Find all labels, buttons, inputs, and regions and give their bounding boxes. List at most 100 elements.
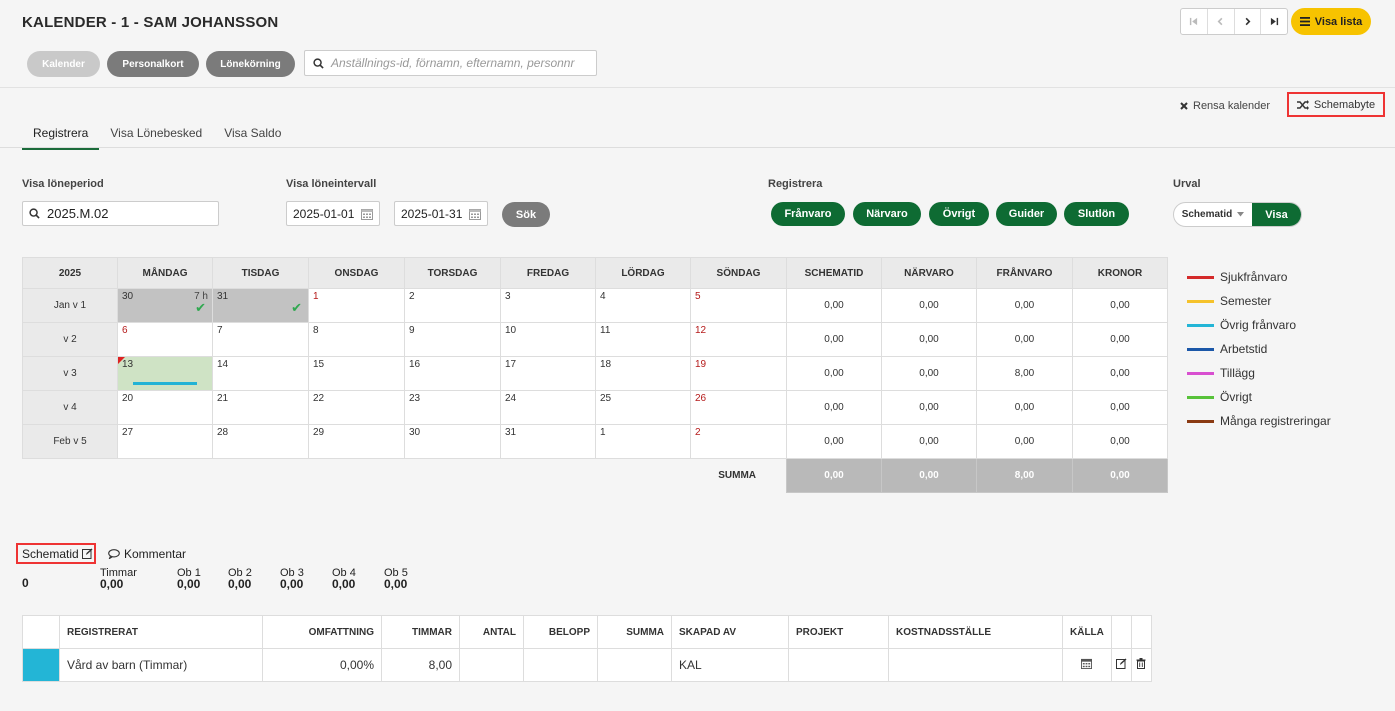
calendar-day-cell[interactable]: 20 [117, 390, 213, 425]
calendar-day-cell[interactable]: 11 [595, 322, 691, 357]
employee-search-input[interactable]: Anställnings-id, förnamn, efternamn, per… [304, 50, 597, 76]
urval-visa-button[interactable]: Visa [1252, 203, 1301, 226]
column-header[interactable]: SUMMA [597, 615, 672, 649]
narvaro-button[interactable]: Närvaro [853, 202, 921, 226]
rensa-kalender-button[interactable]: Rensa kalender [1180, 100, 1270, 112]
next-record-button[interactable] [1235, 9, 1262, 34]
calendar-day-cell[interactable]: 21 [212, 390, 309, 425]
kommentar-button[interactable]: Kommentar [108, 547, 186, 561]
date-from-value: 2025-01-01 [293, 206, 355, 221]
calendar-day-cell[interactable]: 13 [117, 356, 213, 391]
table-row[interactable]: Vård av barn (Timmar) 0,00% 8,00 KAL [22, 648, 1152, 682]
calendar-day-cell[interactable]: 2 [404, 288, 501, 323]
calendar-day-cell[interactable]: 10 [500, 322, 596, 357]
calendar-day-cell[interactable]: 24 [500, 390, 596, 425]
day-header: TISDAG [212, 257, 309, 289]
page-title: KALENDER - 1 - SAM JOHANSSON [22, 14, 279, 31]
week-kronor: 0,00 [1072, 356, 1168, 391]
search-icon [313, 57, 324, 69]
calendar-day-cell[interactable]: 18 [595, 356, 691, 391]
calendar-day-cell[interactable]: 19 [690, 356, 787, 391]
urval-select[interactable]: Schematid [1174, 203, 1252, 226]
calendar-day-cell[interactable]: 31 ✔ [212, 288, 309, 323]
checkmark-icon: ✔ [195, 300, 206, 315]
calendar-day-cell[interactable]: 16 [404, 356, 501, 391]
tab-visa-lonebesked[interactable]: Visa Lönebesked [99, 118, 213, 150]
calendar-day-cell[interactable]: 7 [212, 322, 309, 357]
registrerat-cell: Vård av barn (Timmar) [59, 648, 263, 682]
calendar-day-cell[interactable]: 5 [690, 288, 787, 323]
kalender-button[interactable]: Kalender [27, 51, 100, 77]
schemabyte-button[interactable]: Schemabyte [1287, 92, 1385, 117]
calendar-day-cell[interactable]: 27 [117, 424, 213, 459]
tab-visa-saldo[interactable]: Visa Saldo [213, 118, 292, 150]
search-icon [29, 208, 40, 219]
calendar-day-cell[interactable]: 9 [404, 322, 501, 357]
calendar-day-cell[interactable]: 22 [308, 390, 405, 425]
day-header: SÖNDAG [690, 257, 787, 289]
calendar-day-cell[interactable]: 6 [117, 322, 213, 357]
slutlon-button[interactable]: Slutlön [1064, 202, 1129, 226]
day-number: 21 [217, 393, 229, 404]
column-header[interactable]: ANTAL [459, 615, 524, 649]
tab-registrera[interactable]: Registrera [22, 118, 100, 150]
calendar-day-cell[interactable]: 29 [308, 424, 405, 459]
legend-item: Tillägg [1187, 361, 1331, 385]
calendar-day-cell[interactable]: 3 [500, 288, 596, 323]
calendar-day-cell[interactable]: 4 [595, 288, 691, 323]
registrations-header-row: REGISTRERAT OMFATTNING TIMMAR ANTAL BELO… [22, 615, 1152, 649]
calendar-icon[interactable] [361, 208, 373, 220]
date-to-input[interactable]: 2025-01-31 [394, 201, 488, 226]
loneperiod-input[interactable]: 2025.M.02 [22, 201, 219, 226]
delete-row-button[interactable] [1130, 648, 1152, 682]
column-header[interactable]: PROJEKT [788, 615, 889, 649]
column-header[interactable]: KOSTNADSSTÄLLE [888, 615, 1063, 649]
last-record-button[interactable] [1261, 9, 1287, 34]
calendar-day-cell[interactable]: 12 [690, 322, 787, 357]
calendar-day-cell[interactable]: 2 [690, 424, 787, 459]
day-number: 11 [600, 325, 611, 336]
calendar-day-cell[interactable]: 17 [500, 356, 596, 391]
column-header[interactable]: BELOPP [523, 615, 598, 649]
date-from-input[interactable]: 2025-01-01 [286, 201, 380, 226]
lonekorning-button[interactable]: Lönekörning [206, 51, 295, 77]
calendar-day-cell[interactable]: 23 [404, 390, 501, 425]
calendar-day-cell[interactable]: 30 7 h ✔ [117, 288, 213, 323]
schematid-total-value: 0 [22, 576, 29, 590]
day-header: MÅNDAG [117, 257, 213, 289]
legend-item: Arbetstid [1187, 337, 1331, 361]
calendar-day-cell[interactable]: 8 [308, 322, 405, 357]
visa-lista-button[interactable]: Visa lista [1291, 8, 1371, 35]
calendar-day-cell[interactable]: 31 [500, 424, 596, 459]
guider-button[interactable]: Guider [996, 202, 1057, 226]
previous-record-button[interactable] [1208, 9, 1235, 34]
sok-button[interactable]: Sök [502, 202, 550, 227]
personalkort-button[interactable]: Personalkort [107, 51, 199, 77]
column-header[interactable]: TIMMAR [381, 615, 460, 649]
calendar-day-cell[interactable]: 1 [595, 424, 691, 459]
calendar-day-cell[interactable]: 1 [308, 288, 405, 323]
calendar-day-cell[interactable]: 26 [690, 390, 787, 425]
calendar-day-cell[interactable]: 25 [595, 390, 691, 425]
urval-selected-value: Schematid [1181, 209, 1233, 220]
schematid-button[interactable]: Schematid [16, 543, 96, 564]
franvaro-button[interactable]: Frånvaro [771, 202, 845, 226]
summa-narvaro: 0,00 [881, 458, 977, 493]
column-header[interactable]: OMFATTNING [262, 615, 382, 649]
day-number: 16 [409, 359, 421, 370]
header-divider [0, 87, 1395, 88]
column-header[interactable]: KÄLLA [1062, 615, 1112, 649]
column-header[interactable]: SKAPAD AV [671, 615, 789, 649]
legend-swatch [1187, 299, 1214, 303]
calendar-day-cell[interactable]: 30 [404, 424, 501, 459]
calendar-day-cell[interactable]: 28 [212, 424, 309, 459]
first-record-button[interactable] [1181, 9, 1208, 34]
edit-row-button[interactable] [1110, 648, 1132, 682]
calendar-day-cell[interactable]: 14 [212, 356, 309, 391]
week-label: Jan v 1 [22, 288, 118, 323]
ovrigt-button[interactable]: Övrigt [929, 202, 989, 226]
summa-label: SUMMA [718, 470, 756, 482]
calendar-day-cell[interactable]: 15 [308, 356, 405, 391]
calendar-icon[interactable] [469, 208, 481, 220]
column-header[interactable]: REGISTRERAT [59, 615, 263, 649]
